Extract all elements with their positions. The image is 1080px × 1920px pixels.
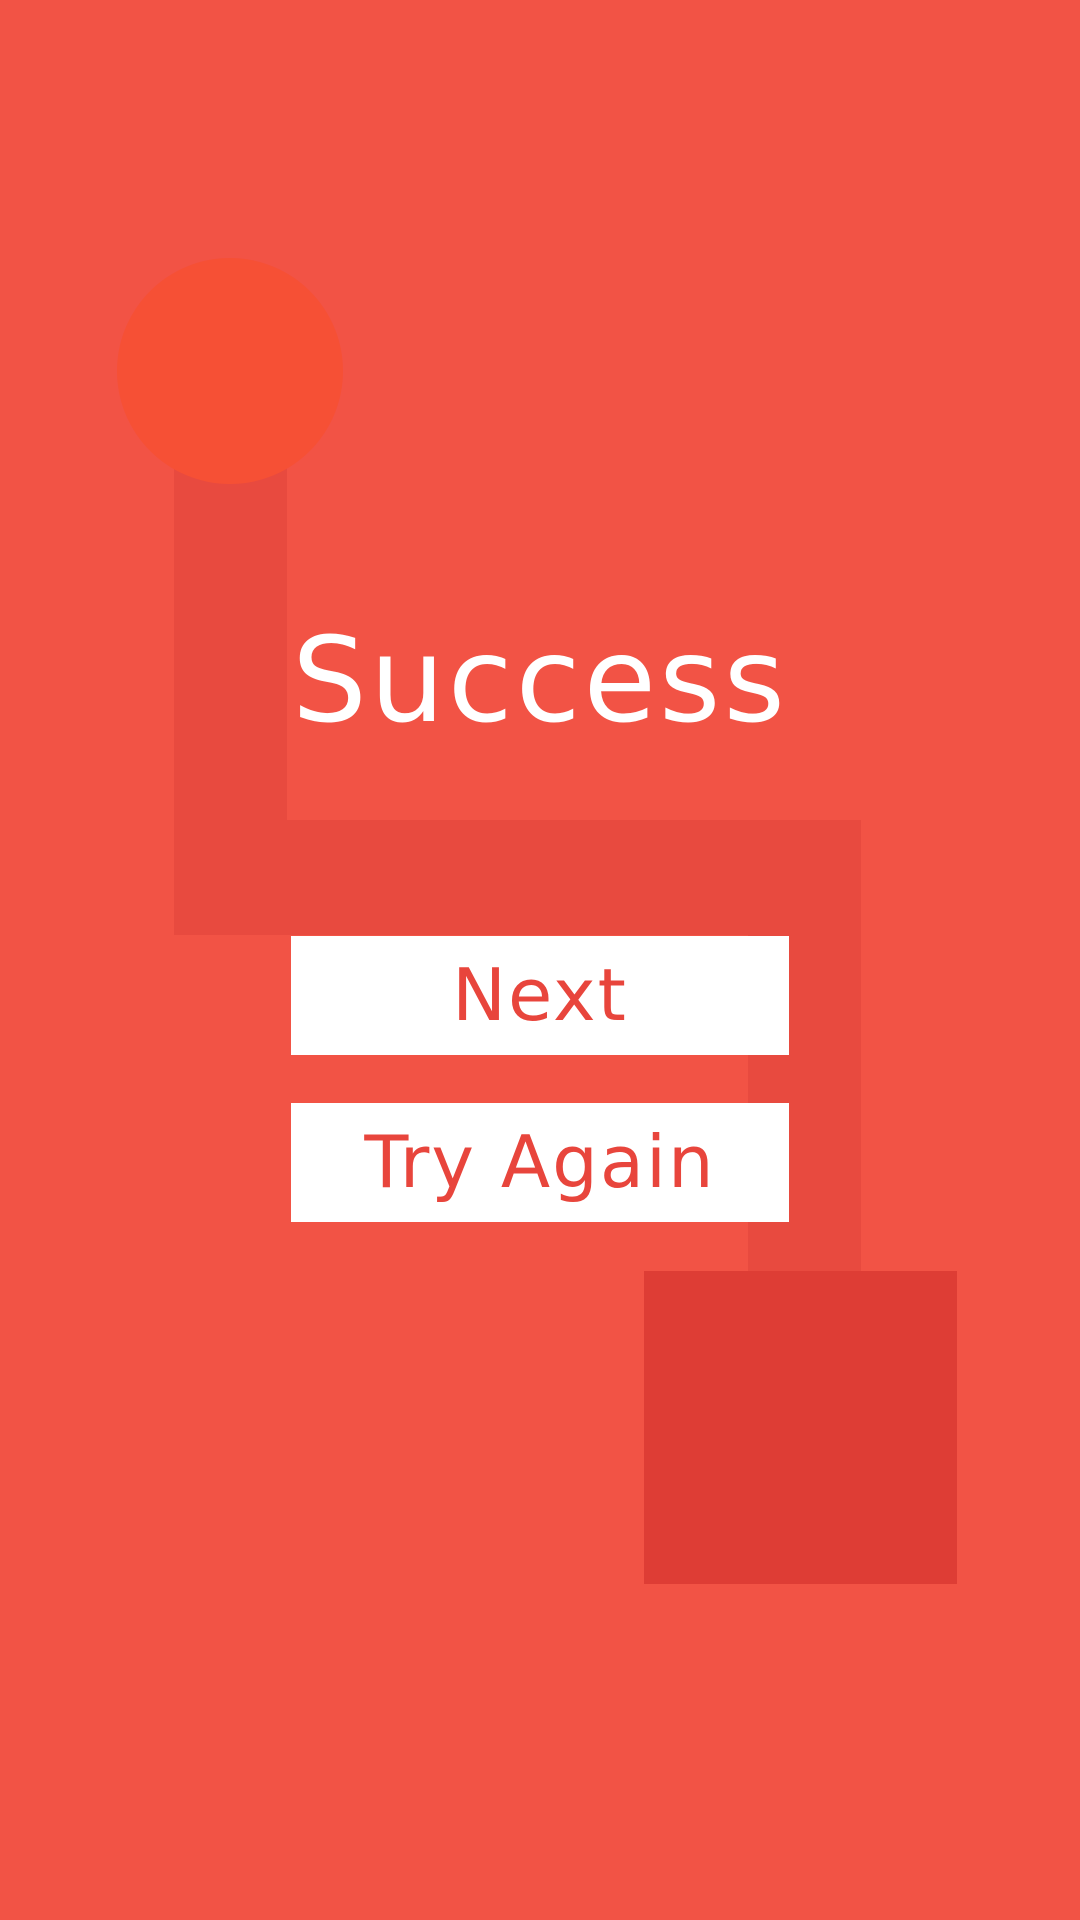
- result-title: Success: [292, 611, 788, 749]
- start-circle: [117, 258, 343, 484]
- goal-square: [644, 1271, 957, 1584]
- game-screen: Success Next Try Again: [0, 0, 1080, 1920]
- try-again-button[interactable]: Try Again: [291, 1103, 789, 1222]
- next-button[interactable]: Next: [291, 936, 789, 1055]
